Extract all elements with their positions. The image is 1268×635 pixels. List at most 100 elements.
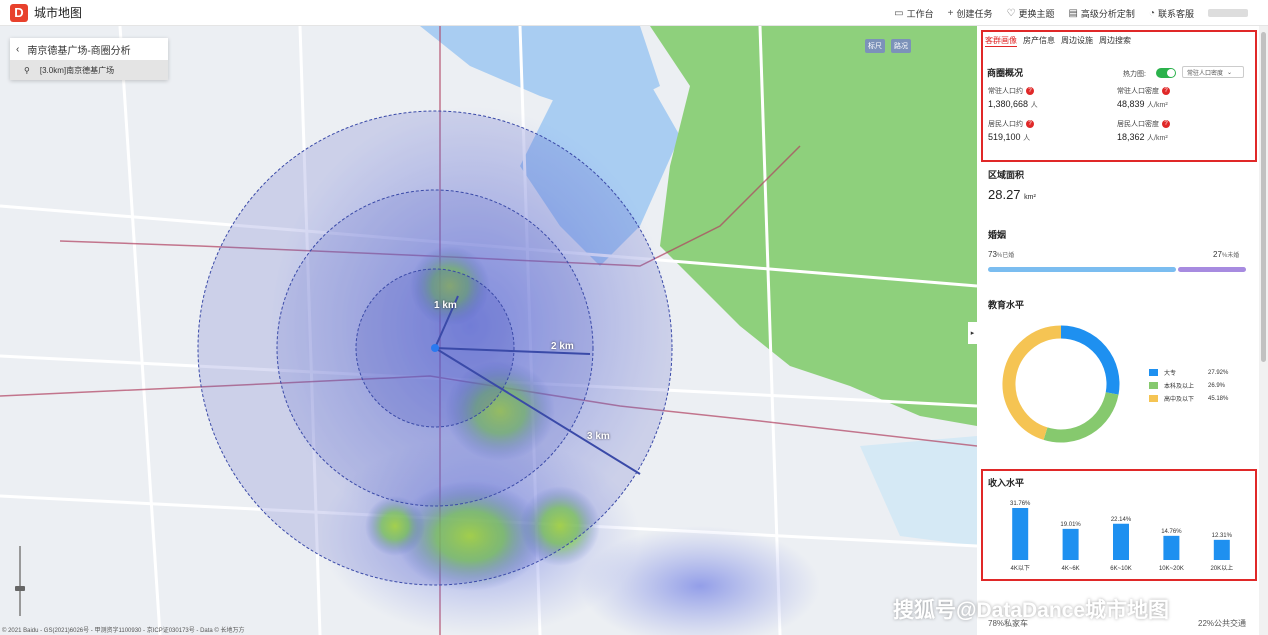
user-account[interactable] — [1208, 9, 1248, 17]
traffic-button[interactable]: 路况 — [891, 39, 911, 53]
tab-nearby-search[interactable]: 周边搜索 — [1099, 35, 1131, 47]
tab-property-info[interactable]: 房产信息 — [1023, 35, 1055, 47]
contact-support-button[interactable]: ◔ 联系客服 — [1149, 7, 1194, 20]
center-marker[interactable] — [431, 344, 439, 352]
resident-density-number: 48,839 — [1117, 99, 1145, 109]
chevron-down-icon: ⌄ — [1227, 69, 1233, 76]
heatmap-toggle[interactable] — [1156, 68, 1176, 78]
income-bar-3[interactable] — [1163, 535, 1180, 560]
shirt-icon: ♡ — [1006, 7, 1016, 19]
change-theme-button[interactable]: ♡ 更换主题 — [1006, 7, 1054, 20]
resident-density-value: 48,839 人/km² — [1117, 99, 1168, 110]
area-title: 区域面积 — [988, 170, 1025, 180]
income-bar-label-2: 22.14% — [1111, 517, 1132, 523]
legend-row-college: 大专 27.92% — [1149, 366, 1228, 379]
heatmap-select[interactable]: 常驻人口密度 ⌄ — [1182, 66, 1244, 78]
area-number: 28.27 — [988, 187, 1021, 202]
income-bar-label-4: 12.31% — [1212, 533, 1233, 539]
heatmap-label: 热力图: — [1123, 71, 1146, 78]
household-density-label: 居民人口密度 ? — [1117, 119, 1170, 129]
income-bar-1[interactable] — [1062, 528, 1079, 560]
resident-density-unit: 人/km² — [1147, 102, 1168, 109]
tab-customer-profile[interactable]: 客群画像 — [985, 35, 1017, 47]
app-logo[interactable]: D — [10, 3, 28, 22]
income-bar-label-1: 19.01% — [1060, 522, 1081, 528]
search-header: ‹ 南京德基广场-商圈分析 — [10, 38, 168, 60]
scrollbar-thumb[interactable] — [1261, 32, 1266, 362]
household-pop-unit: 人 — [1023, 135, 1031, 142]
help-icon[interactable]: ? — [1162, 87, 1170, 95]
help-icon[interactable]: ? — [1026, 87, 1034, 95]
panel-collapse-icon[interactable]: ▸ — [968, 322, 977, 344]
tab-nearby-facilities[interactable]: 周边设施 — [1061, 35, 1093, 47]
donut-slice-2[interactable] — [1002, 325, 1062, 440]
income-category-1: 4K~6K — [1062, 566, 1080, 572]
contact-support-label: 联系客服 — [1157, 8, 1194, 19]
household-pop-value: 519,100 人 — [988, 132, 1030, 143]
top-bar: D 城市地图 ▭ 工作台 + 创建任务 ♡ 更换主题 ▤ 高级分析定制 ◔ 联系… — [0, 0, 1268, 26]
unmarried-pct: 27 — [1213, 250, 1222, 259]
unmarried-label: 27%未婚 — [1213, 250, 1239, 259]
area-unit: km² — [1024, 194, 1036, 201]
analysis-panel: 客群画像 房产信息 周边设施 周边搜索 商圈概况 热力图: 常驻人口密度 ⌄ 常… — [977, 26, 1258, 635]
resident-pop-number: 1,380,668 — [988, 99, 1029, 109]
location-pin-icon: ⚲ — [24, 65, 30, 75]
public-transit-label: 22%公共交通 — [1198, 619, 1247, 628]
donut-slice-0[interactable] — [1060, 325, 1120, 395]
income-bar-0[interactable] — [1012, 508, 1029, 560]
unmarried-segment — [1178, 267, 1246, 272]
legend-pct: 26.9% — [1208, 382, 1226, 389]
income-category-4: 20K以上 — [1210, 564, 1233, 572]
search-title: 南京德基广场-商圈分析 — [27, 45, 131, 57]
marriage-title: 婚姻 — [988, 230, 1007, 240]
household-density-label-text: 居民人口密度 — [1117, 121, 1159, 128]
household-density-unit: 人/km² — [1147, 135, 1168, 142]
resident-pop-label: 常驻人口约 ? — [988, 86, 1034, 96]
map-view[interactable]: 1 km 2 km 3 km ‹ 南京德基广场-商圈分析 ⚲ [3.0km]南京… — [0, 26, 977, 635]
donut-slice-1[interactable] — [1043, 392, 1119, 443]
ring-label-1km: 1 km — [434, 300, 457, 311]
married-segment — [988, 267, 1176, 272]
marriage-bar — [988, 267, 1246, 272]
change-theme-label: 更换主题 — [1018, 8, 1055, 19]
advanced-analysis-label: 高级分析定制 — [1080, 8, 1135, 19]
plus-icon: + — [947, 7, 954, 19]
headset-icon: ◔ — [1148, 7, 1155, 19]
calendar-icon: ▤ — [1068, 7, 1078, 19]
watermark: 搜狐号@DataDance城市地图 — [893, 599, 1170, 622]
household-density-number: 18,362 — [1117, 132, 1145, 142]
resident-pop-unit: 人 — [1030, 102, 1038, 109]
income-category-2: 6K~10K — [1110, 566, 1132, 572]
legend-name: 大专 — [1164, 371, 1177, 377]
income-bar-2[interactable] — [1113, 523, 1129, 560]
help-icon[interactable]: ? — [1162, 120, 1170, 128]
chevron-left-icon[interactable]: ‹ — [16, 44, 19, 55]
ring-label-2km: 2 km — [551, 341, 574, 352]
income-bar-label-0: 31.76% — [1010, 501, 1031, 507]
married-text: %已婚 — [996, 253, 1015, 259]
zoom-handle[interactable] — [15, 586, 25, 591]
advanced-analysis-button[interactable]: ▤ 高级分析定制 — [1068, 7, 1134, 20]
married-label: 73%已婚 — [988, 250, 1014, 259]
legend-swatch — [1149, 395, 1158, 402]
workbench-button[interactable]: ▭ 工作台 — [894, 7, 933, 20]
legend-name: 高中及以下 — [1164, 397, 1195, 403]
ring-label-3km: 3 km — [587, 431, 610, 442]
income-bar-4[interactable] — [1213, 539, 1230, 560]
ruler-button[interactable]: 标尺 — [865, 39, 885, 53]
map-canvas[interactable] — [0, 26, 977, 635]
create-task-button[interactable]: + 创建任务 — [948, 7, 993, 20]
help-icon[interactable]: ? — [1026, 120, 1034, 128]
map-copyright: © 2021 Baidu - GS(2021)6026号 - 甲测资字11009… — [2, 628, 245, 634]
monitor-icon: ▭ — [894, 7, 904, 19]
search-result-item[interactable]: ⚲ [3.0km]南京德基广场 — [10, 60, 168, 80]
legend-name: 本科及以上 — [1164, 384, 1195, 390]
education-legend: 大专 27.92% 本科及以上 26.9% 高中及以下 45.18% — [1149, 366, 1228, 405]
zoom-track — [19, 546, 21, 616]
zoom-slider[interactable] — [14, 536, 26, 626]
legend-pct: 27.92% — [1208, 369, 1229, 376]
app-title: 城市地图 — [34, 6, 83, 20]
legend-swatch — [1149, 382, 1158, 389]
household-pop-number: 519,100 — [988, 132, 1021, 142]
panel-scrollbar[interactable] — [1259, 26, 1268, 635]
